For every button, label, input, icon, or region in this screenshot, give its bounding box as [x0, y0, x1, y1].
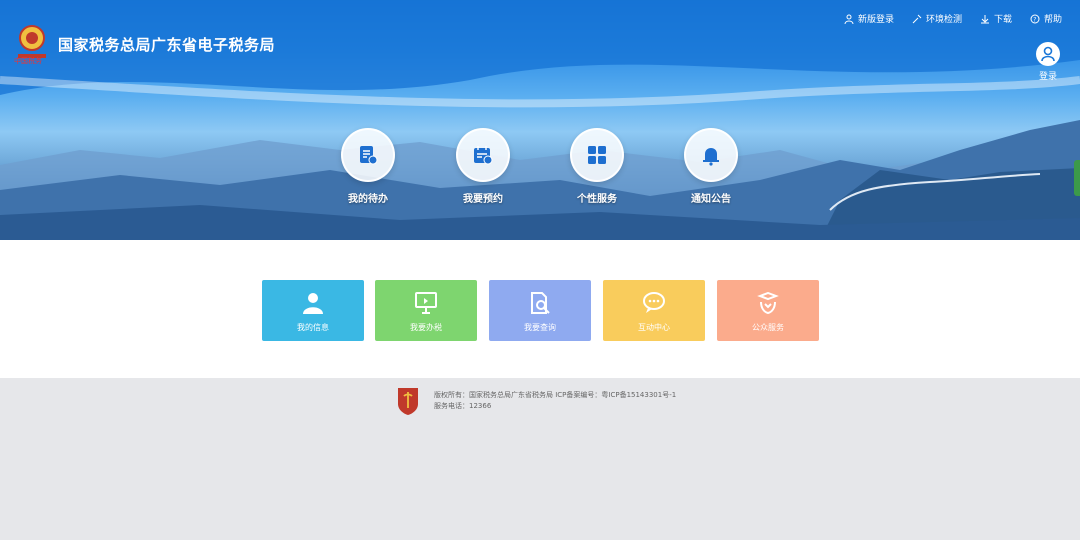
tile-interaction[interactable]: 互动中心 — [603, 280, 705, 341]
hero-nav-notice-label: 通知公告 — [691, 194, 731, 205]
monitor-icon — [415, 292, 437, 314]
hero-nav-appointment-label: 我要预约 — [463, 194, 503, 205]
avatar-icon — [1036, 42, 1060, 66]
site-title: 国家税务总局广东省电子税务局 — [58, 36, 276, 54]
logo-caption: 中国税务 — [14, 57, 42, 65]
footer: 版权所有：国家税务总局广东省税务局 ICP备案编号：粤ICP备15143301号… — [0, 378, 1080, 540]
env-check-label: 环境检测 — [925, 15, 962, 25]
todo-icon — [360, 146, 378, 165]
tile-query-label: 我要查询 — [524, 323, 556, 332]
new-login-label: 新版登录 — [857, 15, 894, 25]
bell-icon — [703, 148, 719, 166]
download-label: 下载 — [993, 15, 1012, 25]
top-links: 新版登录 环境检测 下载 ? 帮助 — [844, 12, 1062, 25]
login-button[interactable]: 登录 — [1034, 42, 1062, 82]
svg-text:?: ? — [1033, 16, 1036, 23]
tile-tax-filing[interactable]: 我要办税 — [375, 280, 477, 341]
download-link[interactable]: 下载 — [980, 12, 1012, 25]
chat-icon — [643, 292, 665, 313]
download-icon — [980, 14, 989, 23]
help-label: 帮助 — [1043, 15, 1062, 25]
hands-icon — [757, 291, 779, 315]
person-icon — [303, 293, 323, 314]
env-check-link[interactable]: 环境检测 — [912, 12, 962, 25]
hero-nav-appointment[interactable]: 我要预约 — [443, 128, 523, 205]
hero-nav-notice[interactable]: 通知公告 — [671, 128, 751, 205]
footer-copyright: 版权所有：国家税务总局广东省税务局 ICP备案编号：粤ICP备15143301号… — [434, 391, 677, 399]
services-panel: 我的信息 我要办税 我要查询 互动中心 公众服务 — [0, 240, 1080, 378]
hero-nav-todo-label: 我的待办 — [348, 194, 388, 205]
grid-icon — [588, 146, 606, 164]
tile-my-info[interactable]: 我的信息 — [262, 280, 364, 341]
hero-nav-todo[interactable]: 我的待办 — [328, 128, 408, 205]
login-label: 登录 — [1038, 72, 1057, 82]
new-login-link[interactable]: 新版登录 — [844, 12, 894, 25]
tile-interaction-label: 互动中心 — [638, 323, 670, 332]
wrench-icon — [912, 14, 922, 23]
side-float-tab[interactable] — [1074, 160, 1080, 196]
footer-info: 版权所有：国家税务总局广东省税务局 ICP备案编号：粤ICP备15143301号… — [434, 390, 676, 412]
hero-nav-personal-label: 个性服务 — [577, 194, 617, 205]
search-doc-icon — [531, 292, 550, 314]
footer-phone: 服务电话：12366 — [434, 402, 492, 410]
help-icon: ? — [1030, 14, 1040, 23]
tile-public-service[interactable]: 公众服务 — [717, 280, 819, 341]
tile-my-info-label: 我的信息 — [297, 323, 329, 332]
help-link[interactable]: ? 帮助 — [1030, 12, 1062, 25]
user-icon — [844, 14, 854, 24]
calendar-icon — [474, 146, 493, 165]
tile-tax-filing-label: 我要办税 — [410, 323, 442, 332]
hero-banner: 中国税务 国家税务总局广东省电子税务局 新版登录 环境检测 下载 ? 帮助 登录… — [0, 0, 1080, 240]
tile-query[interactable]: 我要查询 — [489, 280, 591, 341]
tile-public-service-label: 公众服务 — [752, 323, 784, 332]
hero-nav-personal[interactable]: 个性服务 — [557, 128, 637, 205]
tax-shield-emblem — [398, 388, 418, 415]
